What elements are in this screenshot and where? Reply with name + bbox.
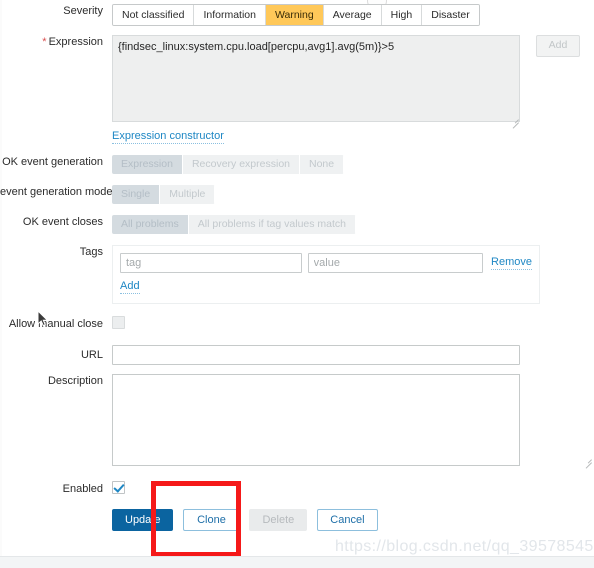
update-button[interactable]: Update	[112, 509, 174, 531]
allow-manual-close-checkbox[interactable]	[112, 316, 125, 329]
ok-event-generation-label: OK event generation	[2, 156, 103, 168]
expression-constructor-field: Expression constructor	[112, 130, 594, 144]
severity-label: Severity	[63, 5, 103, 17]
problem-event-generation-mode-option-multiple: Multiple	[160, 185, 216, 204]
description-row: Description	[0, 374, 594, 469]
ok-event-generation-option-none: None	[300, 155, 345, 174]
expression-label-text: Expression	[48, 36, 103, 48]
mouse-cursor-icon	[37, 310, 49, 327]
ok-event-generation-option-recovery-expression: Recovery expression	[182, 155, 300, 174]
expression-field: Add	[112, 35, 594, 129]
form-actions-row: Update Clone Delete Cancel	[0, 509, 594, 531]
tags-row: Tags Remove Add	[0, 245, 594, 304]
description-label: Description	[47, 375, 103, 387]
enabled-row: Enabled	[0, 481, 594, 497]
severity-option-information[interactable]: Information	[194, 5, 266, 25]
expression-label: * Expression	[0, 35, 112, 49]
ok-event-generation-row: OK event generation Expression Recovery …	[0, 155, 594, 174]
cancel-button[interactable]: Cancel	[317, 509, 378, 531]
watermark-text: https://blog.csdn.net/qq_39578545	[335, 538, 594, 555]
tag-add-link[interactable]: Add	[120, 280, 140, 294]
resize-handle-icon[interactable]	[510, 115, 519, 129]
form-actions-field: Update Clone Delete Cancel	[112, 509, 594, 531]
problem-event-generation-mode-label: event generation mode	[0, 186, 112, 198]
enabled-field	[112, 481, 594, 497]
problem-event-generation-mode-row: event generation mode Single Multiple	[0, 185, 594, 204]
url-input[interactable]	[112, 345, 520, 365]
allow-manual-close-row: Allow manual close	[0, 316, 594, 332]
enabled-checkbox[interactable]	[112, 481, 125, 494]
ok-event-closes-label: OK event closes	[22, 216, 103, 228]
clone-button[interactable]: Clone	[183, 509, 240, 531]
required-asterisk-icon: *	[42, 36, 47, 48]
ok-event-generation-option-expression: Expression	[112, 155, 183, 174]
severity-field: Not classified Information Warning Avera…	[112, 4, 594, 26]
ok-event-closes-row: OK event closes All problems All problem…	[0, 215, 594, 234]
tag-value-input[interactable]	[307, 253, 484, 273]
tag-entry-row: Remove	[120, 253, 532, 273]
severity-option-disaster[interactable]: Disaster	[422, 5, 479, 25]
ok-event-closes-field: All problems All problems if tag values …	[112, 215, 594, 234]
ok-event-generation-field: Expression Recovery expression None	[112, 155, 594, 174]
ok-event-closes-segmented-control: All problems All problems if tag values …	[112, 215, 357, 234]
page-bottom-strip	[0, 556, 594, 568]
tags-field: Remove Add	[112, 245, 594, 304]
form-actions-buttons: Update Clone Delete Cancel	[112, 509, 594, 531]
severity-option-warning[interactable]: Warning	[265, 5, 324, 25]
tag-name-input[interactable]	[120, 253, 302, 273]
tags-label: Tags	[79, 246, 103, 258]
description-field	[112, 374, 594, 469]
problem-event-generation-mode-field: Single Multiple	[112, 185, 594, 204]
ok-event-closes-option-tag-values-match: All problems if tag values match	[188, 215, 357, 234]
ok-event-closes-option-all-problems: All problems	[112, 215, 189, 234]
expression-row: *Expression Add	[0, 35, 594, 129]
url-label: URL	[80, 349, 103, 361]
severity-segmented-control[interactable]: Not classified Information Warning Avera…	[112, 4, 480, 26]
problem-event-generation-mode-option-single: Single	[112, 185, 161, 204]
severity-option-average[interactable]: Average	[323, 5, 382, 25]
expression-add-button: Add	[536, 35, 580, 57]
description-textarea[interactable]	[112, 374, 520, 466]
enabled-label: Enabled	[62, 483, 103, 495]
url-row: URL	[0, 345, 594, 365]
url-field	[112, 345, 594, 365]
trigger-configuration-form: Severity Not classified Information Warn…	[0, 0, 594, 531]
tags-panel: Remove Add	[112, 245, 540, 304]
expression-constructor-link[interactable]: Expression constructor	[112, 130, 224, 144]
expression-textarea[interactable]	[112, 35, 520, 122]
allow-manual-close-field	[112, 316, 594, 332]
expression-constructor-row: Expression constructor	[0, 130, 594, 144]
delete-button: Delete	[249, 509, 308, 531]
ok-event-generation-segmented-control: Expression Recovery expression None	[112, 155, 345, 174]
severity-option-high[interactable]: High	[381, 5, 423, 25]
severity-row: Severity Not classified Information Warn…	[0, 4, 594, 26]
tag-remove-link[interactable]: Remove	[491, 256, 532, 270]
severity-option-not-classified[interactable]: Not classified	[113, 5, 195, 25]
description-resize-handle-icon[interactable]	[583, 455, 592, 469]
allow-manual-close-label: Allow manual close	[8, 318, 103, 330]
problem-event-generation-mode-segmented-control: Single Multiple	[112, 185, 216, 204]
